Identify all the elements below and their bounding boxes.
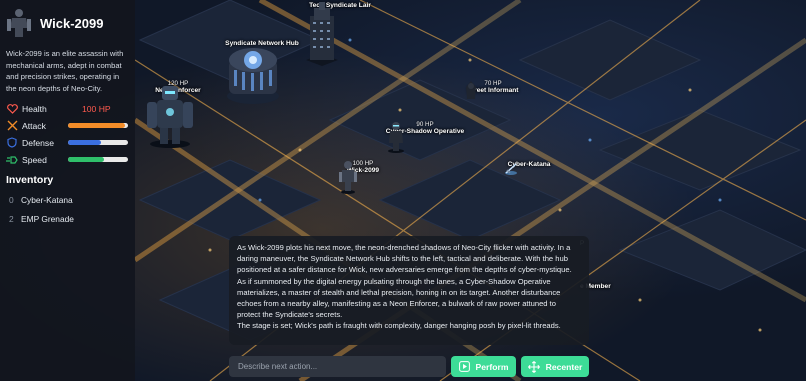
heart-icon [6, 103, 18, 115]
katana-icon [505, 163, 517, 175]
stat-label: Speed [22, 154, 47, 165]
inventory-item-name: EMP Grenade [21, 214, 74, 224]
stat-defense: Defense [6, 134, 129, 151]
stats-list: Health 100 HP Attack Defense Speed [6, 100, 129, 168]
operative-icon [388, 122, 404, 153]
move-arrows-icon [527, 360, 540, 373]
inventory-title: Inventory [6, 174, 54, 186]
perform-label: Perform [475, 361, 509, 372]
inventory-item-index: 0 [9, 195, 14, 205]
inventory-item-name: Cyber-Katana [21, 195, 73, 205]
stat-speed: Speed [6, 151, 129, 168]
stat-label: Attack [22, 120, 46, 131]
speed-bar [68, 157, 128, 162]
play-icon [458, 361, 470, 372]
action-input[interactable] [229, 356, 446, 377]
inventory-item[interactable]: 0 Cyber-Katana [6, 195, 129, 205]
defense-bar-fill [68, 140, 101, 145]
map-entity-syndicate-network-hub[interactable]: Syndicate Network Hub [222, 40, 302, 104]
character-name: Wick-2099 [40, 15, 104, 31]
health-value: 100 HP [82, 103, 111, 114]
map-entity-neon-enforcer[interactable]: 120 HP Neon Enforcer [143, 80, 213, 148]
tower-icon [306, 2, 338, 66]
stat-attack: Attack [6, 117, 129, 134]
map-entity-cyber-katana[interactable]: Cyber-Katana [503, 161, 555, 175]
assassin-icon [339, 161, 357, 194]
map-entity-cyber-shadow-operative[interactable]: 90 HP Cyber-Shadow Operative [385, 121, 465, 153]
shield-icon [6, 137, 18, 149]
speed-bar-fill [68, 157, 104, 162]
map-entity-street-informant[interactable]: 70 HP Street Informant [463, 80, 523, 99]
character-panel: Wick-2099 Wick-2099 is an elite assassin… [0, 0, 135, 381]
character-description: Wick-2099 is an elite assassin with mech… [6, 49, 124, 93]
running-icon [6, 154, 18, 166]
narrative-panel: As Wick-2099 plots his next move, the ne… [229, 236, 589, 345]
robot-icon [147, 86, 193, 148]
attack-bar-fill [68, 123, 125, 128]
recenter-label: Recenter [545, 361, 583, 372]
inventory-item[interactable]: 2 EMP Grenade [6, 214, 129, 224]
map-entity-tech-syndicate-lair[interactable]: Tech Syndicate Lair [300, 2, 380, 66]
stat-label: Health [22, 103, 47, 114]
inventory-list: 0 Cyber-Katana 2 EMP Grenade [6, 195, 129, 224]
defense-bar [68, 140, 128, 145]
perform-button[interactable]: Perform [451, 356, 516, 377]
crossed-swords-icon [6, 120, 18, 132]
stat-health: Health 100 HP [6, 100, 129, 117]
hub-icon [227, 48, 279, 104]
recenter-button[interactable]: Recenter [521, 356, 589, 377]
attack-bar [68, 123, 128, 128]
character-portrait-icon [7, 9, 31, 37]
narrative-paragraph: The stage is set; Wick's path is fraught… [237, 321, 561, 331]
narrative-paragraph: As Wick-2099 plots his next move, the ne… [237, 243, 572, 320]
map-entity-wick-2099[interactable]: 100 HP Wick-2099 [338, 160, 388, 194]
stat-label: Defense [22, 137, 55, 148]
character-header: Wick-2099 [6, 8, 129, 38]
inventory-item-index: 2 [9, 214, 14, 224]
hooded-figure-icon [466, 81, 476, 99]
